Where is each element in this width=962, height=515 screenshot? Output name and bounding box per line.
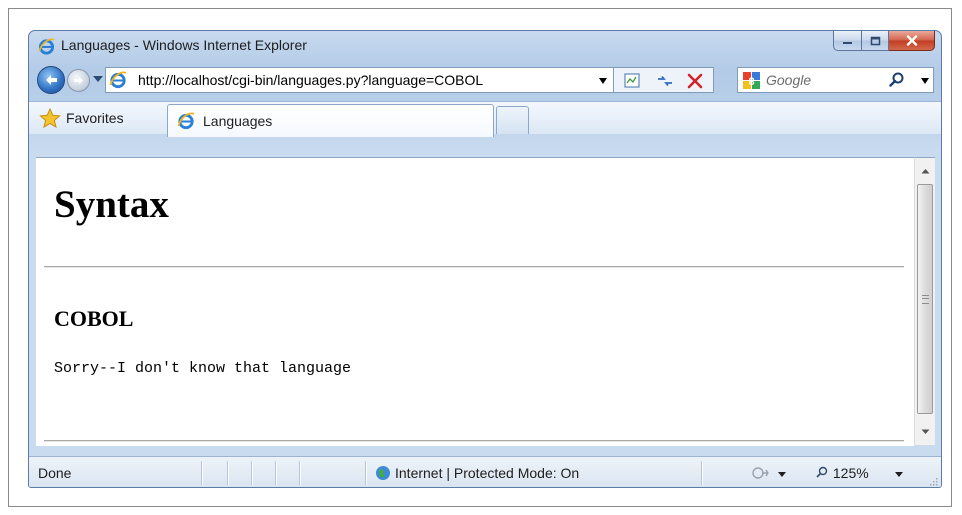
page-ie-icon (109, 71, 127, 89)
status-separator (251, 461, 253, 485)
search-input[interactable] (766, 69, 886, 91)
status-text: Done (38, 465, 72, 481)
window-title: Languages - Windows Internet Explorer (61, 37, 307, 53)
address-url[interactable]: http://localhost/cgi-bin/languages.py?la… (138, 72, 483, 88)
magnifier-icon[interactable] (888, 71, 906, 89)
arrow-up-icon (921, 169, 929, 174)
google-logo-icon: 8 (743, 72, 760, 89)
zoom-level[interactable]: 125% (815, 465, 869, 481)
compatibility-view-icon[interactable] (624, 73, 641, 89)
magnifier-zoom-icon (816, 466, 828, 478)
maximize-icon (870, 36, 880, 45)
status-separator (227, 461, 229, 485)
favorites-label: Favorites (66, 110, 124, 126)
close-button[interactable] (889, 31, 935, 51)
search-options-dropdown[interactable] (921, 78, 929, 84)
refresh-icon[interactable] (656, 73, 674, 89)
minimize-icon (843, 41, 852, 44)
minimize-button[interactable] (833, 31, 862, 51)
forward-button[interactable] (67, 69, 90, 92)
page-content: Syntax COBOL Sorry--I don't know that la… (36, 157, 914, 446)
address-tools (614, 67, 714, 93)
maximize-button[interactable] (862, 31, 889, 51)
address-dropdown-icon[interactable] (599, 78, 607, 84)
divider (44, 266, 904, 268)
scroll-thumb[interactable] (917, 184, 933, 414)
language-name: COBOL (54, 306, 134, 331)
popup-blocker-icon[interactable] (751, 464, 771, 482)
scroll-up-button[interactable] (915, 158, 935, 184)
grip-icon (922, 295, 929, 304)
chevron-down-icon[interactable] (778, 472, 786, 477)
status-bar: Done Internet | Protected Mode: On 125% (29, 456, 941, 487)
status-separator (275, 461, 277, 485)
title-bar: Languages - Windows Internet Explorer (29, 31, 941, 61)
forward-arrow-icon (74, 76, 83, 85)
close-icon (906, 35, 917, 46)
favorites-button[interactable]: Favorites (39, 106, 124, 130)
back-button[interactable] (37, 66, 65, 94)
scroll-down-button[interactable] (915, 419, 935, 445)
new-tab-button[interactable] (496, 106, 529, 134)
globe-icon (376, 466, 390, 480)
resize-grip-icon[interactable] (928, 476, 938, 486)
stop-icon[interactable] (686, 72, 704, 90)
back-arrow-icon (46, 75, 57, 85)
divider (44, 440, 904, 442)
status-separator (299, 461, 301, 485)
page-heading: Syntax (54, 183, 169, 226)
caption-buttons (833, 31, 935, 53)
status-separator (701, 461, 703, 485)
address-bar[interactable]: http://localhost/cgi-bin/languages.py?la… (105, 67, 614, 93)
chevron-down-icon[interactable] (895, 472, 903, 477)
search-box[interactable]: 8 (737, 67, 934, 93)
page-message: Sorry--I don't know that language (54, 360, 352, 377)
vertical-scrollbar[interactable] (914, 157, 935, 445)
svg-text:8: 8 (748, 76, 754, 88)
star-icon (39, 107, 61, 128)
status-separator (365, 461, 367, 485)
browser-window: Languages - Windows Internet Explorer ht… (28, 30, 942, 488)
ie-logo-icon (38, 38, 55, 55)
zoom-value: 125% (832, 465, 869, 481)
security-zone[interactable]: Internet | Protected Mode: On (395, 465, 579, 481)
favorites-bar: Favorites Languages (29, 101, 941, 137)
ie-logo-icon (177, 112, 195, 130)
tab-label: Languages (203, 113, 273, 129)
tab-languages[interactable]: Languages (167, 104, 494, 137)
recent-pages-dropdown[interactable] (93, 76, 103, 82)
status-separator (201, 461, 203, 485)
arrow-down-icon (921, 429, 929, 434)
navigation-bar: http://localhost/cgi-bin/languages.py?la… (29, 65, 941, 95)
